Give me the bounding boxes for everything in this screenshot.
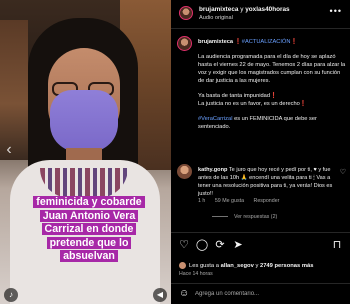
alert-icon: ❗ bbox=[290, 39, 298, 45]
caption-line: feminicida y cobarde bbox=[33, 196, 145, 208]
comment-meta: 1 h 59 Me gusta Responder bbox=[198, 198, 287, 204]
share-icon[interactable]: ➤ bbox=[231, 238, 245, 252]
caption-username[interactable]: brujamixteca bbox=[198, 39, 233, 45]
repost-icon[interactable]: ⟳ bbox=[213, 238, 227, 252]
post-header: brujamixteca y yoxlas40horas Audio origi… bbox=[171, 0, 350, 28]
caption-line: absuelvan bbox=[60, 250, 118, 263]
comment-icon[interactable]: ◯ bbox=[195, 238, 209, 252]
heart-icon[interactable]: ♡ bbox=[177, 238, 191, 252]
video-caption: feminicida y cobarde Juan Antonio Vera C… bbox=[26, 196, 152, 264]
caption-paragraph: La audiencia programada para el día de h… bbox=[198, 54, 346, 84]
background-wall bbox=[0, 20, 28, 160]
avatar[interactable] bbox=[179, 6, 193, 20]
author-names: brujamixteca y yoxlas40horas bbox=[199, 6, 290, 13]
connector-text: y bbox=[255, 263, 259, 270]
alert-icon: ❗ bbox=[299, 101, 307, 107]
liker-username[interactable]: allan_segov bbox=[221, 263, 254, 269]
coauthor-username[interactable]: yoxlas40horas bbox=[245, 6, 289, 13]
caption-line: Ya basta de tanta impunidad bbox=[198, 93, 270, 99]
caption-line: pretende que lo bbox=[46, 236, 132, 249]
view-replies-label: Ver respuestas (2) bbox=[234, 214, 278, 220]
avatar[interactable] bbox=[177, 36, 192, 51]
comment-time: 1 h bbox=[198, 198, 206, 204]
divider bbox=[212, 216, 228, 218]
audio-info-icon[interactable]: ♪ bbox=[4, 288, 18, 302]
bookmark-icon[interactable]: ⊓ bbox=[330, 238, 344, 252]
caption-line: Carrizal en donde bbox=[41, 223, 137, 236]
comment-username[interactable]: kathy.gonp bbox=[198, 167, 227, 173]
more-options-icon[interactable]: ••• bbox=[330, 6, 342, 16]
avatar[interactable] bbox=[177, 164, 192, 179]
likes-count[interactable]: 2749 personas más bbox=[260, 263, 314, 269]
chevron-left-icon[interactable]: ‹ bbox=[2, 140, 16, 160]
like-comment-icon[interactable]: ♡ bbox=[340, 168, 346, 176]
action-bar: ♡ ◯ ⟳ ➤ ⊓ bbox=[171, 238, 350, 254]
mute-icon[interactable]: ◀ bbox=[153, 288, 167, 302]
likes-summary: Les gusta a allan_segov y 2749 personas … bbox=[179, 262, 313, 269]
comment-likes[interactable]: 59 Me gusta bbox=[215, 198, 244, 204]
update-hashtag[interactable]: #ACTUALIZACIÓN bbox=[242, 39, 291, 45]
comment-composer: ☺ bbox=[171, 285, 350, 304]
audio-label[interactable]: Audio original bbox=[199, 15, 233, 21]
face-mask bbox=[50, 90, 118, 152]
view-replies-button[interactable]: Ver respuestas (2) bbox=[212, 214, 277, 220]
reply-button[interactable]: Responder bbox=[254, 198, 280, 204]
likes-prefix: Les gusta a bbox=[189, 263, 219, 270]
divider bbox=[171, 28, 350, 29]
alert-icon: ❗ bbox=[234, 39, 242, 45]
emoji-icon[interactable]: ☺ bbox=[179, 288, 189, 299]
post-details-panel: brujamixteca y yoxlas40horas Audio origi… bbox=[171, 0, 350, 304]
hashtag-link[interactable]: #VeraCarrizal bbox=[198, 116, 232, 122]
divider bbox=[171, 283, 350, 284]
comment-input[interactable] bbox=[195, 288, 343, 300]
divider bbox=[171, 232, 350, 233]
reel-video[interactable]: ‹ feminicida y cobarde Juan Antonio Vera… bbox=[0, 0, 171, 304]
post-timestamp: Hace 14 horas bbox=[179, 271, 213, 277]
connector-text: y bbox=[240, 6, 244, 13]
caption-line: La justicia no es un favor, es un derech… bbox=[198, 101, 300, 107]
avatar bbox=[179, 262, 186, 269]
caption-line: Juan Antonio Vera bbox=[39, 209, 139, 222]
author-username[interactable]: brujamixteca bbox=[199, 6, 238, 13]
alert-icon: ❗ bbox=[270, 93, 278, 99]
